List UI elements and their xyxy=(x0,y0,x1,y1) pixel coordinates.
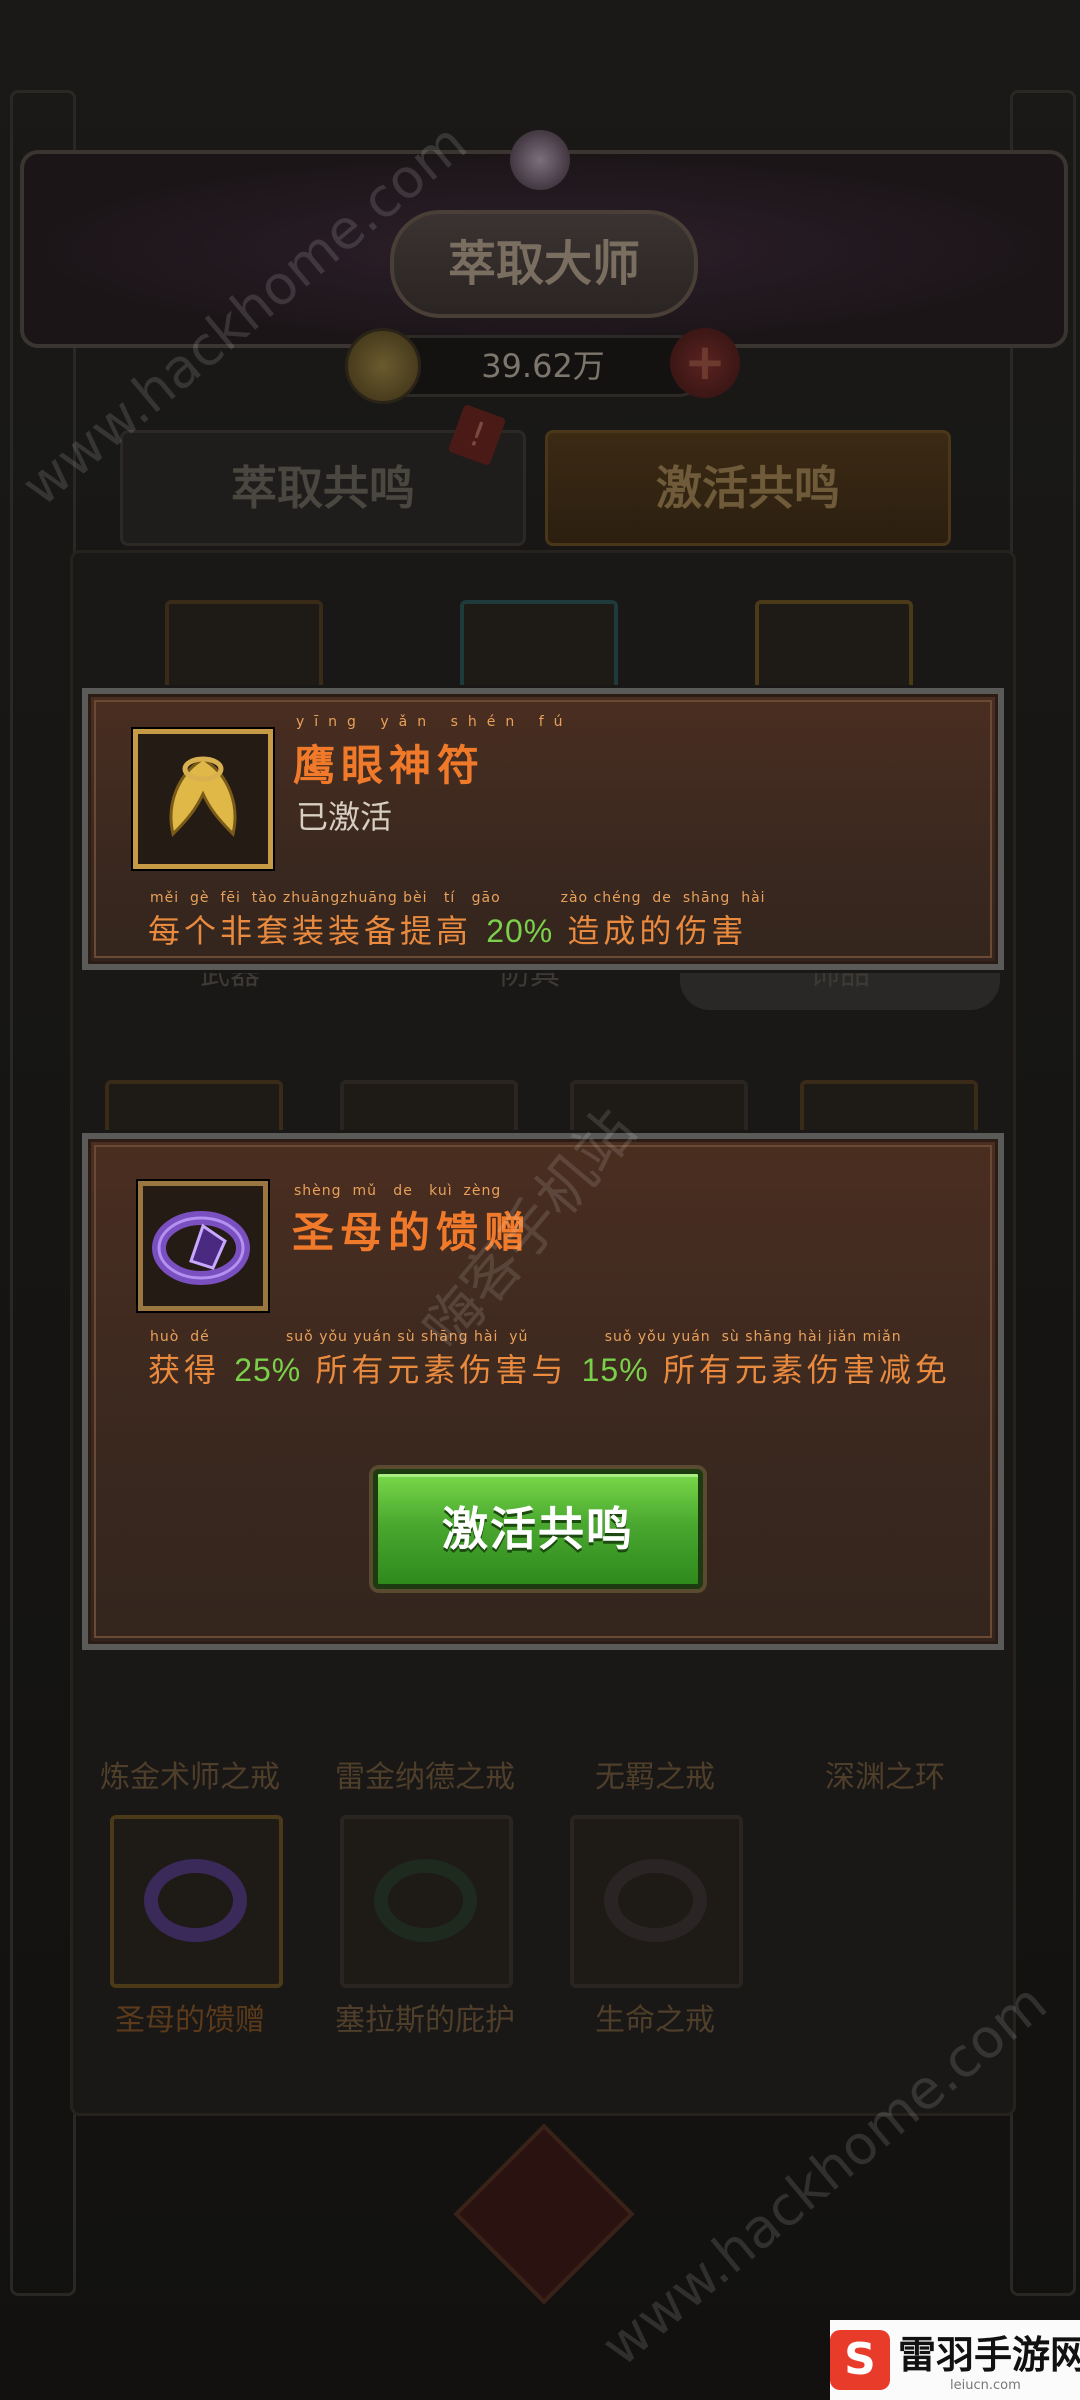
item-slot-holy-mother[interactable] xyxy=(110,1815,283,1988)
item-label: 无羁之戒 xyxy=(595,1760,715,1795)
bonus-percent: 20% xyxy=(486,913,554,949)
brand-name: 雷羽手游网 xyxy=(898,2332,1080,2377)
brand-watermark: S 雷羽手游网 leiucn.com xyxy=(830,2320,1080,2400)
item-tooltip-eagle-eye: yīng yǎn shén fú 鹰眼神符 已激活 měi gè fēi tào… xyxy=(82,688,1004,970)
talisman-icon xyxy=(133,729,273,869)
orb-icon xyxy=(510,130,570,190)
brand-url: leiucn.com xyxy=(950,2378,1021,2393)
item-name: 鹰眼神符 xyxy=(293,741,486,790)
brand-logo-icon: S xyxy=(830,2330,890,2390)
item-slot-life[interactable] xyxy=(570,1815,743,1988)
item-label: 圣母的馈赠 xyxy=(115,2003,265,2038)
currency-display: 39.62万 xyxy=(380,335,706,397)
item-slot-silas[interactable] xyxy=(340,1815,513,1988)
ring-icon xyxy=(138,1181,268,1311)
frame-left xyxy=(10,90,76,2296)
desc-pinyin: huò dé suǒ yǒu yuán sù shāng hài yǔ suǒ … xyxy=(150,1329,902,1345)
activate-resonance-button[interactable]: 激活共鸣 xyxy=(373,1469,703,1589)
tab-activate-resonance[interactable]: 激活共鸣 xyxy=(545,430,951,546)
title-pinyin: shèng mǔ de kuì zèng xyxy=(294,1183,502,1199)
activation-status: 已激活 xyxy=(296,798,393,836)
desc-pinyin: měi gè fēi tào zhuāngzhuāng bèi tí gāo z… xyxy=(150,890,766,906)
frame-right xyxy=(1010,90,1076,2296)
title-pinyin: yīng yǎn shén fú xyxy=(296,714,573,730)
item-label: 炼金术师之戒 xyxy=(100,1760,280,1795)
page-title: 萃取大师 xyxy=(390,210,698,318)
ring-icon xyxy=(604,1859,707,1942)
item-label: 塞拉斯的庇护 xyxy=(335,2003,515,2038)
item-description: 每个非套装装备提高 20% 造成的伤害 xyxy=(148,912,748,950)
ring-icon xyxy=(374,1859,477,1942)
item-label: 雷金纳德之戒 xyxy=(335,1760,515,1795)
bonus-percent: 25% xyxy=(234,1352,302,1388)
add-currency-button[interactable]: + xyxy=(670,328,740,398)
ring-icon xyxy=(144,1859,247,1942)
item-label: 生命之戒 xyxy=(595,2003,715,2038)
item-label: 深渊之环 xyxy=(825,1760,945,1795)
bonus-percent: 15% xyxy=(581,1352,649,1388)
item-description: 获得 25% 所有元素伤害与 15% 所有元素伤害减免 xyxy=(148,1351,951,1389)
coin-icon xyxy=(345,328,421,404)
